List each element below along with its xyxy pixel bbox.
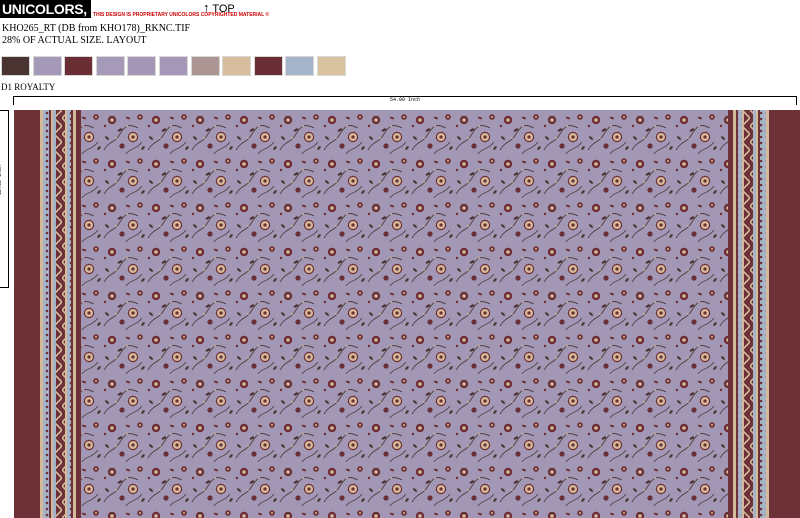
color-swatch bbox=[159, 56, 188, 76]
width-ruler: 54.00 Inch bbox=[13, 96, 797, 107]
proprietary-notice: THIS DESIGN IS PROPRIETARY UNICOLORS COP… bbox=[93, 12, 270, 18]
color-swatch bbox=[222, 56, 252, 76]
color-swatch bbox=[1, 56, 30, 76]
color-swatch bbox=[64, 56, 94, 76]
color-swatch bbox=[32, 56, 62, 76]
top-link-label: TOP bbox=[212, 3, 235, 15]
fabric-preview bbox=[14, 110, 800, 518]
right-border-band bbox=[769, 110, 800, 518]
repeat-ruler: 12.62 Inch bbox=[0, 110, 9, 288]
color-swatch bbox=[190, 56, 220, 76]
scale-note: 28% OF ACTUAL SIZE. LAYOUT bbox=[2, 35, 147, 46]
company-logo: UNICOLORS, INC. bbox=[0, 0, 118, 18]
width-label: 54.00 Inch bbox=[389, 97, 420, 103]
colorway-name: D1 ROYALTY bbox=[1, 82, 56, 92]
color-swatch bbox=[127, 56, 157, 76]
color-swatch bbox=[317, 56, 346, 76]
top-link[interactable]: ↑ TOP bbox=[203, 0, 235, 15]
design-filename: KHO265_RT (DB from KHO178)_RKNC.TIF bbox=[2, 23, 191, 34]
up-arrow-icon: ↑ bbox=[203, 0, 210, 15]
color-swatch bbox=[253, 56, 283, 76]
color-swatch bbox=[285, 56, 315, 76]
floral-field bbox=[81, 110, 728, 518]
color-swatches bbox=[0, 56, 360, 77]
color-swatch bbox=[95, 56, 125, 76]
left-border-band bbox=[14, 110, 40, 518]
repeat-label: 12.62 Inch bbox=[0, 165, 3, 196]
